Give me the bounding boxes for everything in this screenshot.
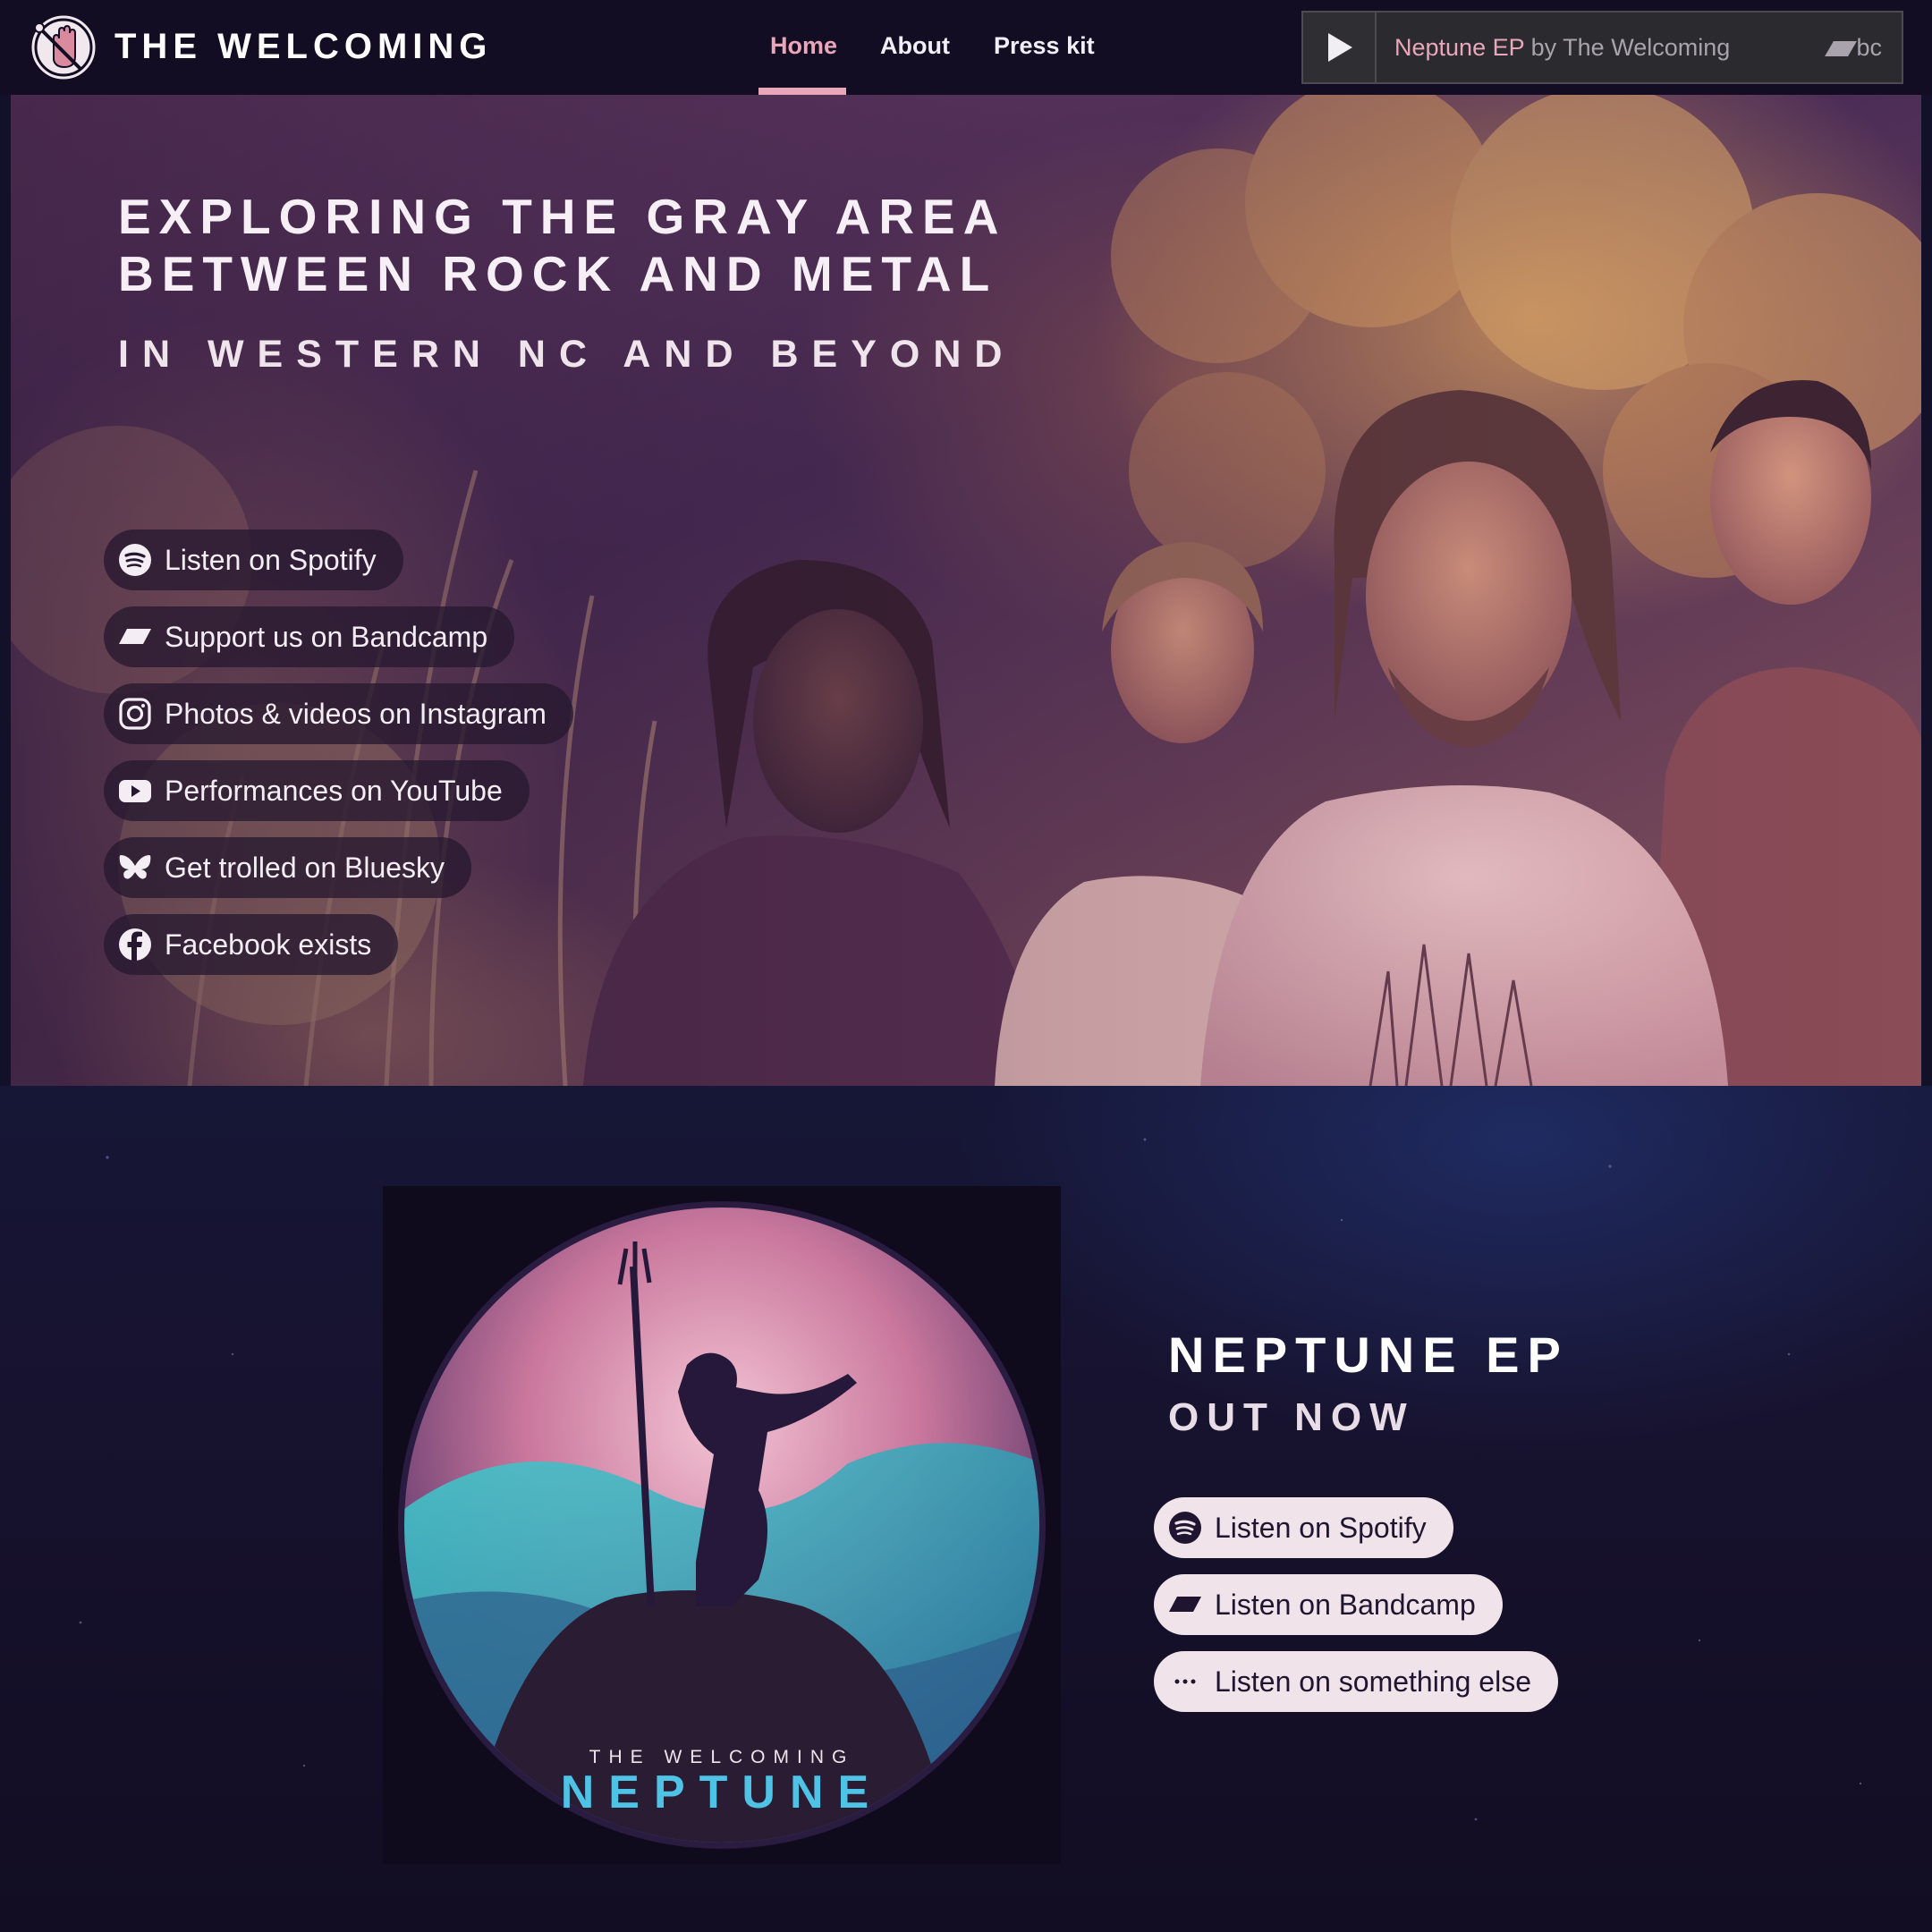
hero-youtube-link[interactable]: Performances on YouTube bbox=[104, 760, 530, 821]
cover-album-title: NEPTUNE bbox=[561, 1767, 883, 1818]
album-cover[interactable]: THE WELCOMING NEPTUNE bbox=[383, 1186, 1061, 1864]
brand-name[interactable]: THE WELCOMING bbox=[114, 27, 492, 67]
hero-facebook-link[interactable]: Facebook exists bbox=[104, 914, 399, 975]
release-title: NEPTUNE EP bbox=[1168, 1326, 1569, 1383]
hero-spotify-label: Listen on Spotify bbox=[165, 543, 377, 576]
hero-youtube-label: Performances on YouTube bbox=[165, 774, 503, 807]
site-header: THE WELCOMING Home About Press kit Neptu… bbox=[0, 0, 1932, 95]
hero-headline-line2: BETWEEN ROCK AND METAL bbox=[118, 246, 998, 301]
bandcamp-player: Neptune EP by The Welcoming bc bbox=[1301, 11, 1903, 84]
nav-active-indicator bbox=[758, 88, 846, 95]
release-subtitle: OUT NOW bbox=[1168, 1395, 1415, 1439]
release-bandcamp-label: Listen on Bandcamp bbox=[1215, 1588, 1476, 1621]
bandcamp-logo[interactable]: bc bbox=[1825, 34, 1882, 62]
play-icon bbox=[1328, 33, 1352, 62]
hero-headline: EXPLORING THE GRAY AREA BETWEEN ROCK AND… bbox=[118, 188, 1006, 302]
player-album-title[interactable]: Neptune EP bbox=[1394, 34, 1524, 61]
bluesky-icon bbox=[118, 851, 152, 885]
player-track-info[interactable]: Neptune EP by The Welcoming bbox=[1394, 34, 1730, 62]
hero-bluesky-link[interactable]: Get trolled on Bluesky bbox=[104, 837, 472, 898]
hero-section: EXPLORING THE GRAY AREA BETWEEN ROCK AND… bbox=[11, 95, 1921, 1086]
youtube-icon bbox=[118, 774, 152, 808]
bandcamp-icon bbox=[118, 620, 152, 654]
release-other-label: Listen on something else bbox=[1215, 1665, 1531, 1698]
hero-facebook-label: Facebook exists bbox=[165, 928, 372, 961]
cover-band-name: THE WELCOMING bbox=[589, 1747, 855, 1767]
release-spotify-link[interactable]: Listen on Spotify bbox=[1154, 1497, 1453, 1558]
band-logo-icon[interactable] bbox=[27, 12, 100, 83]
hero-instagram-link[interactable]: Photos & videos on Instagram bbox=[104, 683, 573, 744]
album-art: THE WELCOMING NEPTUNE bbox=[398, 1201, 1046, 1849]
bandcamp-icon bbox=[1825, 41, 1858, 56]
play-button[interactable] bbox=[1303, 13, 1377, 82]
nav-about[interactable]: About bbox=[880, 32, 950, 60]
more-icon bbox=[1168, 1665, 1202, 1699]
player-artist[interactable]: by The Welcoming bbox=[1531, 34, 1731, 61]
hero-instagram-label: Photos & videos on Instagram bbox=[165, 697, 547, 730]
bandcamp-logo-text: bc bbox=[1856, 34, 1882, 61]
hero-spotify-link[interactable]: Listen on Spotify bbox=[104, 530, 403, 590]
release-bandcamp-link[interactable]: Listen on Bandcamp bbox=[1154, 1574, 1503, 1635]
spotify-icon bbox=[118, 543, 152, 577]
hero-headline-line1: EXPLORING THE GRAY AREA bbox=[118, 189, 1007, 244]
spotify-icon bbox=[1168, 1511, 1202, 1545]
nav-press-kit[interactable]: Press kit bbox=[994, 32, 1095, 60]
release-section: THE WELCOMING NEPTUNE NEPTUNE EP OUT NOW… bbox=[0, 1086, 1932, 1932]
release-other-link[interactable]: Listen on something else bbox=[1154, 1651, 1558, 1712]
hero-bandcamp-label: Support us on Bandcamp bbox=[165, 620, 488, 653]
instagram-icon bbox=[118, 697, 152, 731]
nav-home[interactable]: Home bbox=[770, 32, 837, 60]
hero-bandcamp-link[interactable]: Support us on Bandcamp bbox=[104, 606, 515, 667]
hero-subheadline: IN WESTERN NC AND BEYOND bbox=[118, 333, 1016, 376]
release-spotify-label: Listen on Spotify bbox=[1215, 1511, 1427, 1544]
bandcamp-icon bbox=[1168, 1588, 1202, 1622]
hero-bluesky-label: Get trolled on Bluesky bbox=[165, 851, 445, 884]
facebook-icon bbox=[118, 928, 152, 962]
